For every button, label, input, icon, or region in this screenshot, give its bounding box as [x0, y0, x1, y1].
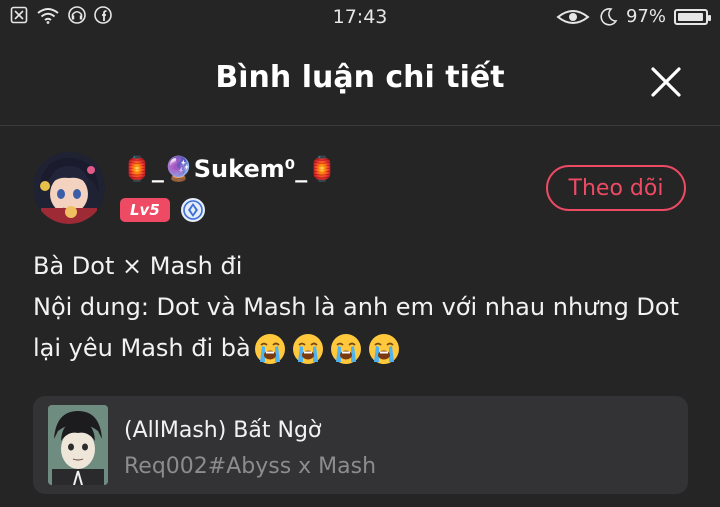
- comment-line-1: Bà Dot × Mash đi: [33, 252, 243, 280]
- level-badge: Lv5: [120, 198, 170, 222]
- status-bar: 17:43 97%: [0, 0, 720, 36]
- story-cover-art: [48, 405, 108, 485]
- loudly-crying-face-icon: [254, 334, 285, 364]
- moon-icon: [600, 7, 618, 26]
- avatar-image: [33, 152, 105, 224]
- username[interactable]: 🏮_🔮Sukem⁰_🏮: [122, 155, 337, 183]
- header: Bình luận chi tiết: [0, 44, 720, 124]
- eye-icon: [556, 9, 590, 24]
- verified-badge-icon: [180, 198, 205, 222]
- close-icon: [651, 67, 681, 97]
- comment-line-3: lại yêu Mash đi bà: [33, 328, 703, 369]
- story-subtitle: Req002#Abyss x Mash: [124, 454, 377, 479]
- loudly-crying-face-icon: [292, 334, 323, 364]
- header-divider: [0, 125, 720, 126]
- loudly-crying-face-icon: [368, 334, 399, 364]
- story-title: (AllMash) Bất Ngờ: [124, 418, 322, 443]
- loudly-crying-face-icon: [330, 334, 361, 364]
- comment-line-3-text: lại yêu Mash đi bà: [33, 334, 251, 362]
- comment-text: Bà Dot × Mash đi Nội dung: Dot và Mash l…: [33, 246, 703, 369]
- battery-percent: 97%: [625, 6, 666, 27]
- comment-line-2: Nội dung: Dot và Mash là anh em với nhau…: [33, 293, 680, 321]
- battery-icon: [674, 8, 711, 25]
- page-title: Bình luận chi tiết: [215, 60, 505, 95]
- emoji-row: [253, 332, 401, 366]
- story-card[interactable]: (AllMash) Bất Ngờ Req002#Abyss x Mash: [33, 396, 688, 494]
- battery-fill: [678, 12, 704, 21]
- status-right-icons: 97%: [556, 6, 711, 27]
- avatar[interactable]: [33, 152, 105, 224]
- follow-button[interactable]: Theo dõi: [546, 165, 686, 211]
- story-cover-image: [48, 405, 108, 485]
- user-badges: Lv5: [120, 197, 206, 223]
- close-button[interactable]: [648, 64, 684, 100]
